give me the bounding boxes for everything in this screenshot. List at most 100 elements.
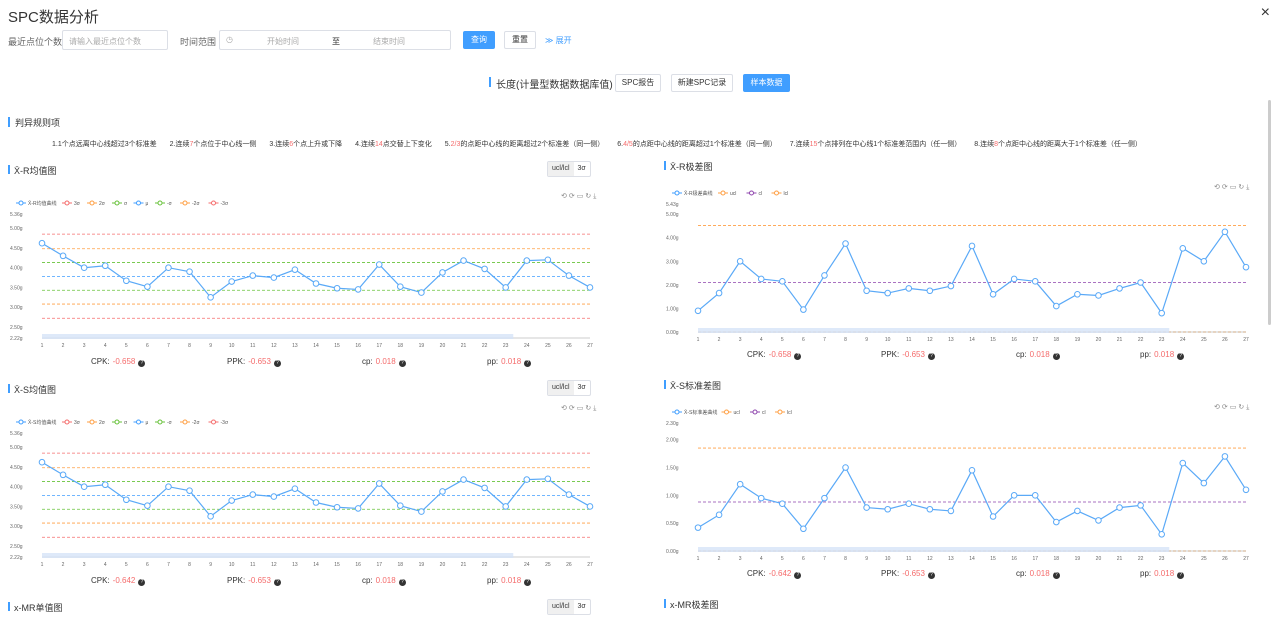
sigma-toggle[interactable]: 3σ — [574, 162, 590, 176]
y-tick-label: 4.00g — [666, 236, 679, 242]
legend-marker — [211, 200, 216, 206]
data-point — [101, 481, 109, 489]
legend-marker — [18, 200, 24, 206]
xs-std-chart[interactable]: X̄-S标准差曲线 ucl cl lcl 0.00g 0.50g 1.00g 1.50g 2.0… — [664, 407, 1254, 571]
legend-label: σ — [124, 420, 128, 426]
cpk-label: CPK: — [91, 576, 110, 585]
xr-range-chart[interactable]: X̄-R极差曲线 ucl cl lcl 0.00g 1.00g 2.00g 3.00g 4.00… — [664, 188, 1254, 352]
page-title: SPC数据分析 — [8, 9, 99, 26]
x-tick-label: 24 — [1180, 337, 1186, 343]
help-icon[interactable]: ? — [1052, 353, 1060, 360]
data-point — [1116, 285, 1123, 292]
x-tick-label: 13 — [948, 556, 954, 562]
help-icon[interactable]: ? — [927, 572, 935, 579]
close-icon[interactable]: × — [1261, 4, 1270, 22]
data-point — [736, 257, 744, 265]
help-icon[interactable]: ? — [1052, 572, 1060, 579]
legend-item: μ — [133, 419, 149, 426]
data-point — [481, 484, 488, 492]
data-point — [502, 284, 509, 291]
legend-item: -2σ — [180, 200, 200, 207]
xs-mean-toggle[interactable]: ucl/lcl 3σ — [547, 380, 591, 396]
sigma-toggle[interactable]: 3σ — [574, 600, 590, 614]
rule-item: 3.连续6个点上升或下降 — [269, 141, 343, 148]
ucl-lcl-toggle[interactable]: ucl/lcl — [548, 381, 574, 395]
x-tick-label: 26 — [1222, 337, 1228, 343]
x-tick-label: 1 — [41, 343, 44, 349]
help-icon[interactable]: ? — [138, 579, 146, 586]
y-tick-label: 2.22g — [10, 555, 23, 561]
help-icon[interactable]: ? — [273, 360, 281, 367]
help-icon[interactable]: ? — [138, 360, 146, 367]
x-tick-label: 14 — [969, 337, 975, 343]
help-icon[interactable]: ? — [398, 579, 406, 586]
x-tick-label: 5 — [781, 337, 784, 343]
new-spc-record-button[interactable]: 新建SPC记录 — [671, 74, 733, 92]
help-icon[interactable]: ? — [1177, 353, 1185, 360]
x-tick-label: 6 — [146, 343, 149, 349]
help-icon[interactable]: ? — [273, 579, 281, 586]
x-tick-label: 7 — [167, 343, 170, 349]
data-point — [586, 284, 594, 291]
help-icon[interactable]: ? — [794, 572, 802, 579]
legend-item: X̄-R均值曲线 — [16, 200, 57, 207]
legend-label: cl — [762, 410, 766, 416]
legend-label: cl — [759, 191, 763, 197]
x-tick-label: 25 — [1201, 337, 1207, 343]
ucl-lcl-toggle[interactable]: ucl/lcl — [548, 162, 574, 176]
time-range-picker[interactable]: ◷ 开始时间 至 结束时间 — [219, 30, 451, 50]
x-mr-toggle[interactable]: ucl/lcl 3σ — [547, 599, 591, 615]
y-tick-label: 4.00g — [10, 266, 23, 272]
start-time-input[interactable]: 开始时间 — [267, 36, 299, 47]
help-icon[interactable]: ? — [398, 360, 406, 367]
data-point — [460, 257, 467, 264]
zoom-slider — [698, 547, 1170, 552]
legend-item: -σ — [155, 419, 173, 426]
x-tick-label: 12 — [927, 556, 933, 562]
legend-item: 3σ — [62, 419, 81, 426]
recent-count-input[interactable]: 请输入最近点位个数 — [62, 30, 168, 50]
help-icon[interactable]: ? — [1177, 572, 1185, 579]
legend-marker — [777, 409, 783, 415]
sigma-toggle[interactable]: 3σ — [574, 381, 590, 395]
y-tick-label: 1.00g — [666, 493, 679, 499]
xs-mean-chart[interactable]: X̄-S均值曲线 3σ 2σ σ μ -σ -2σ -3σ 2.22g 2.50g 3.00g 3.5… — [8, 417, 598, 577]
data-point — [439, 269, 446, 276]
xr-mean-chart[interactable]: X̄-R均值曲线 3σ 2σ σ μ -σ -2σ -3σ 2.22g 2.50g 3.00g 3.5… — [8, 198, 598, 358]
x-tick-label: 12 — [927, 337, 933, 343]
x-tick-label: 20 — [1096, 337, 1102, 343]
x-tick-label: 27 — [1243, 337, 1249, 343]
x-tick-label: 17 — [1032, 337, 1038, 343]
x-tick-label: 10 — [229, 343, 235, 349]
y-tick-label: 5.43g — [666, 202, 679, 208]
data-point — [523, 476, 531, 483]
zoom-slider — [42, 553, 514, 558]
scrollbar[interactable] — [1268, 100, 1271, 325]
xs-mean-title: X̄-S均值图 — [8, 383, 56, 396]
data-point — [502, 503, 509, 510]
sample-data-button[interactable]: 样本数据 — [743, 74, 790, 92]
data-point — [291, 485, 299, 492]
help-icon[interactable]: ? — [524, 360, 532, 367]
chart-toolbox[interactable]: ⟲⟳▭↻⤓ — [561, 404, 598, 413]
legend-marker — [114, 200, 120, 206]
legend-item: 3σ — [62, 200, 81, 207]
chart-svg: X̄-R极差曲线 ucl cl lcl 0.00g 1.00g 2.00g 3.00g 4.00… — [666, 190, 1250, 343]
data-point — [186, 268, 193, 275]
data-point — [333, 284, 341, 292]
x-tick-label: 17 — [376, 562, 382, 568]
expand-link[interactable]: ≫ 展开 — [545, 35, 572, 46]
end-time-input[interactable]: 结束时间 — [373, 36, 405, 47]
help-icon[interactable]: ? — [927, 353, 935, 360]
help-icon[interactable]: ? — [794, 353, 802, 360]
help-icon[interactable]: ? — [524, 579, 532, 586]
chart-svg: X̄-S均值曲线 3σ 2σ σ μ -σ -2σ -3σ 2.22g 2.50g 3.00g 3.5… — [10, 419, 594, 568]
ucl-lcl-toggle[interactable]: ucl/lcl — [548, 600, 574, 614]
spc-report-button[interactable]: SPC报告 — [615, 74, 661, 92]
query-button[interactable]: 查询 — [463, 31, 495, 49]
data-point — [989, 290, 997, 298]
legend-item: -3σ — [208, 419, 229, 426]
xr-mean-toggle[interactable]: ucl/lcl 3σ — [547, 161, 591, 177]
reset-button[interactable]: 重置 — [504, 31, 536, 49]
legend-marker — [136, 200, 141, 206]
